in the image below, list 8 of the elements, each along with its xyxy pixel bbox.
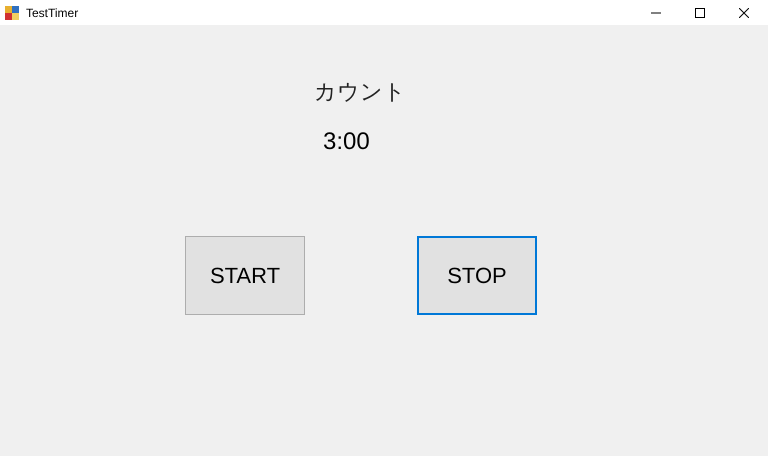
window-title: TestTimer — [26, 4, 78, 22]
maximize-icon — [695, 8, 705, 18]
timer-button[interactable]: STOP — [417, 236, 537, 315]
time-display: 3:00 — [323, 127, 370, 157]
close-icon — [739, 8, 749, 18]
app-icon — [5, 6, 19, 20]
count-label: カウント — [314, 78, 406, 106]
timer-button[interactable]: START — [185, 236, 305, 315]
